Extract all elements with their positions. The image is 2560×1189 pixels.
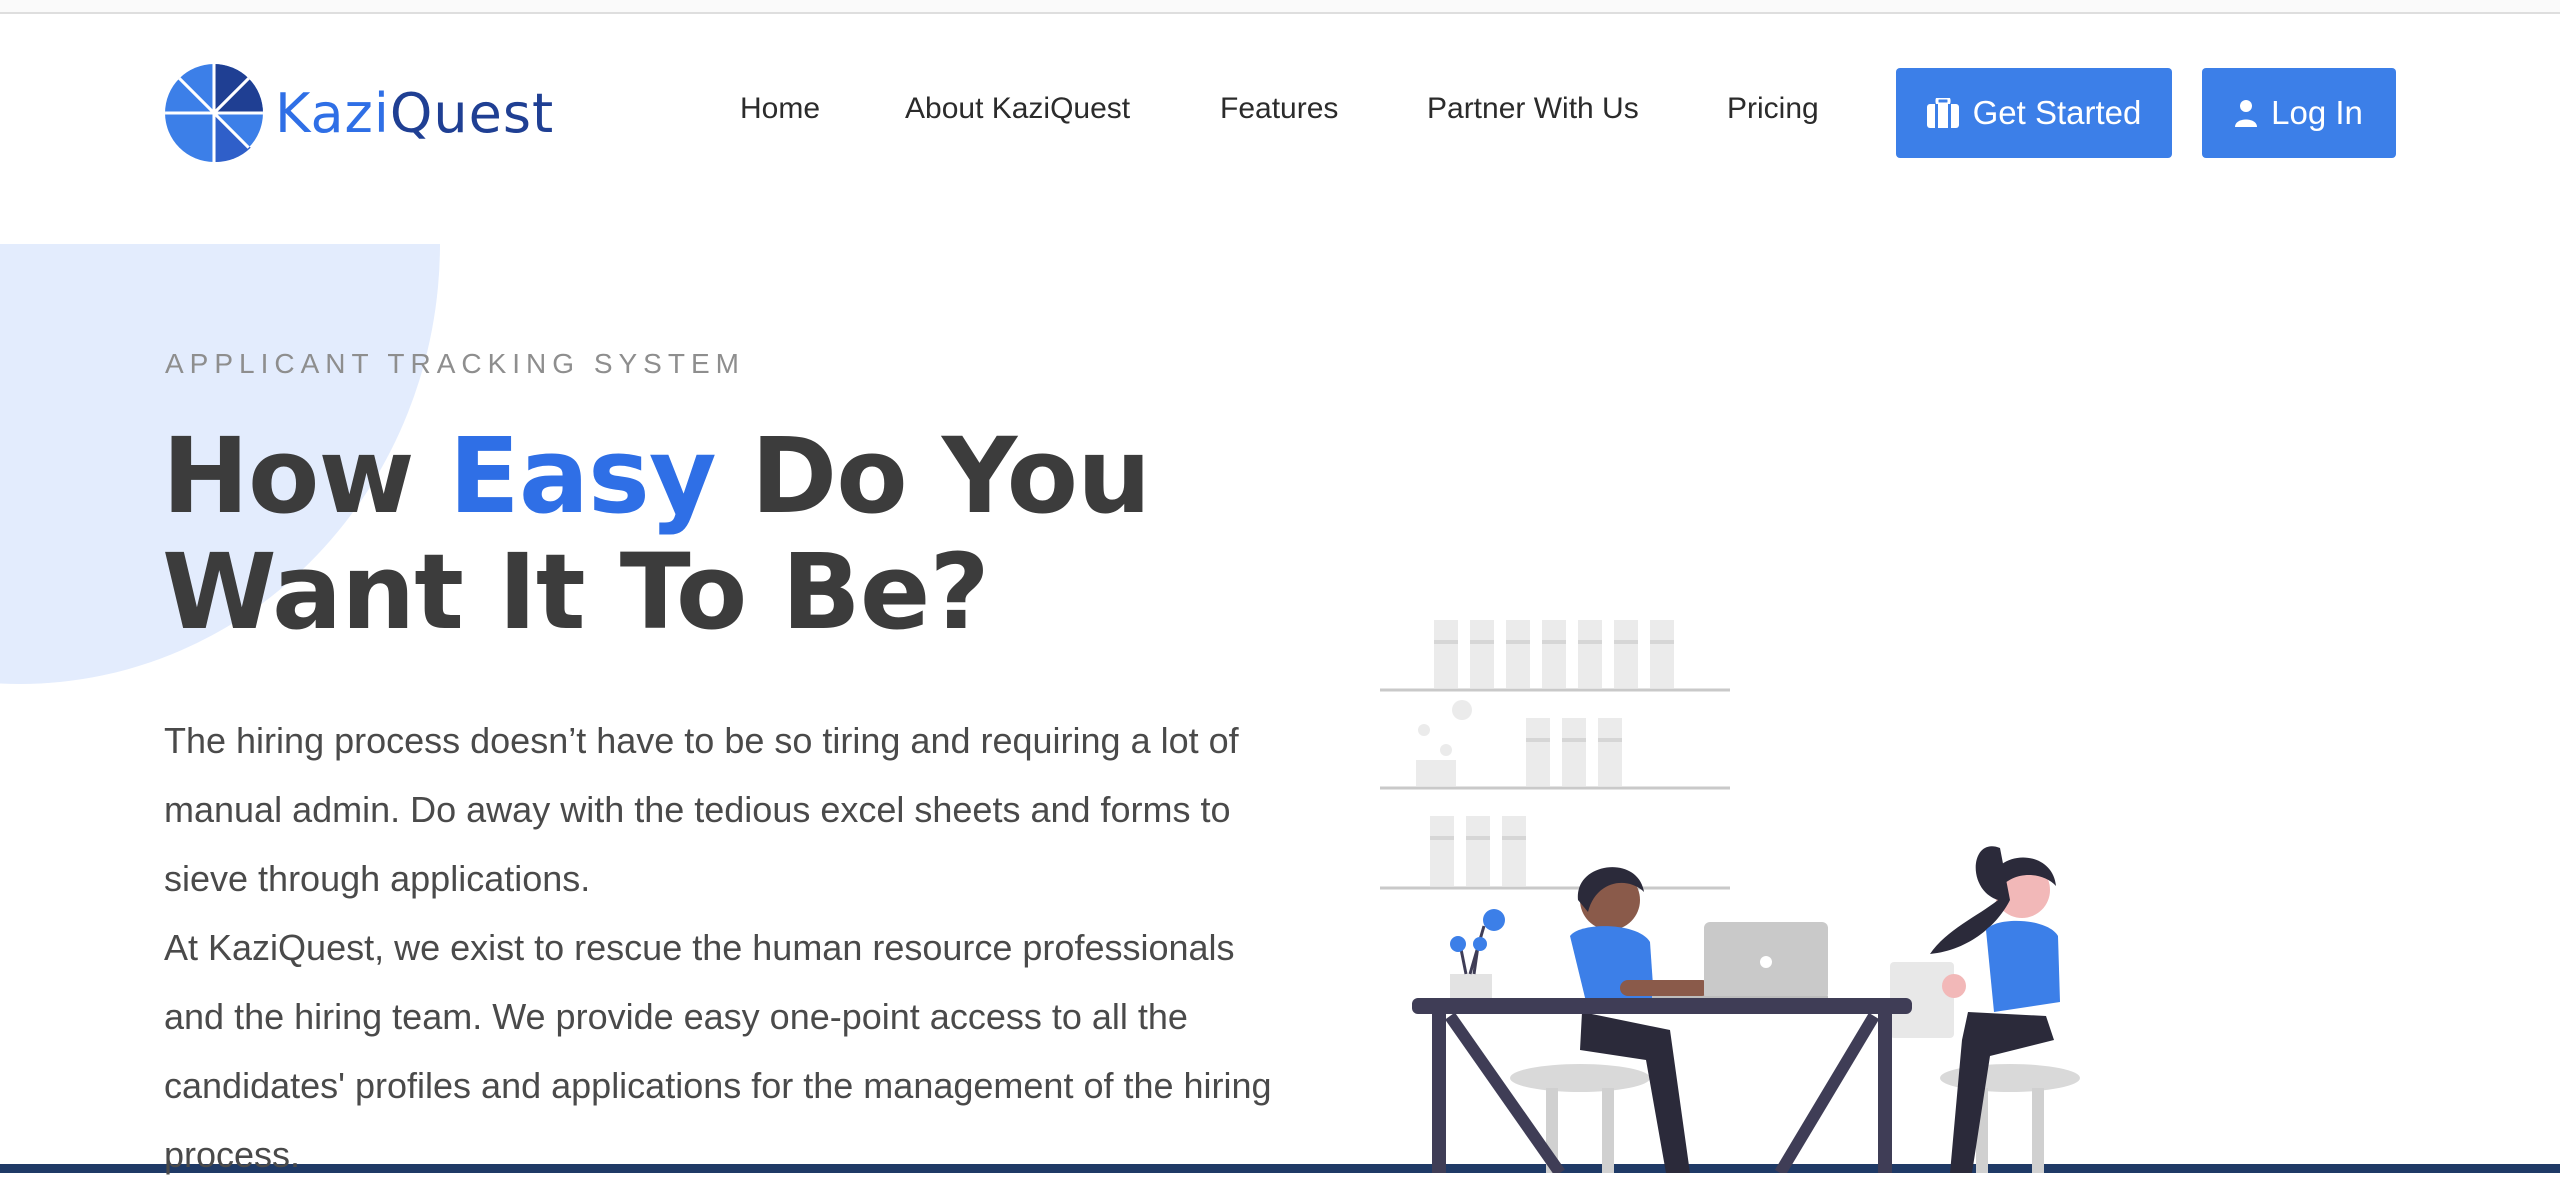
user-icon [2235, 100, 2258, 127]
nav-home[interactable]: Home [740, 92, 820, 126]
brand-logo[interactable]: KaziQuest [163, 62, 554, 164]
kaziquest-logo-mark [165, 64, 263, 163]
headline-part2: Do You [715, 415, 1151, 537]
hero-paragraph-1: The hiring process doesn’t have to be so… [164, 720, 1239, 899]
nav-partner[interactable]: Partner With Us [1427, 92, 1639, 126]
briefcase-icon [1926, 98, 1959, 128]
nav-about[interactable]: About KaziQuest [905, 92, 1130, 126]
headline-part1: How [162, 415, 449, 537]
get-started-button[interactable]: Get Started [1896, 68, 2172, 158]
headline-line2: Want It To Be? [162, 531, 990, 653]
hero-description: The hiring process doesn’t have to be so… [164, 706, 1284, 1189]
hero-eyebrow: APPLICANT TRACKING SYSTEM [165, 348, 745, 379]
get-started-label: Get Started [1972, 94, 2142, 131]
window-top-border [0, 0, 2560, 14]
hero-headline: How Easy Do You Want It To Be? [162, 415, 1151, 653]
hiring-team-illustration [1380, 620, 2080, 1173]
brand-name: KaziQuest [275, 81, 555, 145]
nav-pricing[interactable]: Pricing [1727, 92, 1819, 126]
login-button[interactable]: Log In [2202, 68, 2396, 158]
nav-features[interactable]: Features [1220, 92, 1338, 126]
login-label: Log In [2271, 94, 2363, 131]
headline-accent: Easy [448, 415, 717, 537]
hero-paragraph-2: At KaziQuest, we exist to rescue the hum… [164, 927, 1272, 1175]
